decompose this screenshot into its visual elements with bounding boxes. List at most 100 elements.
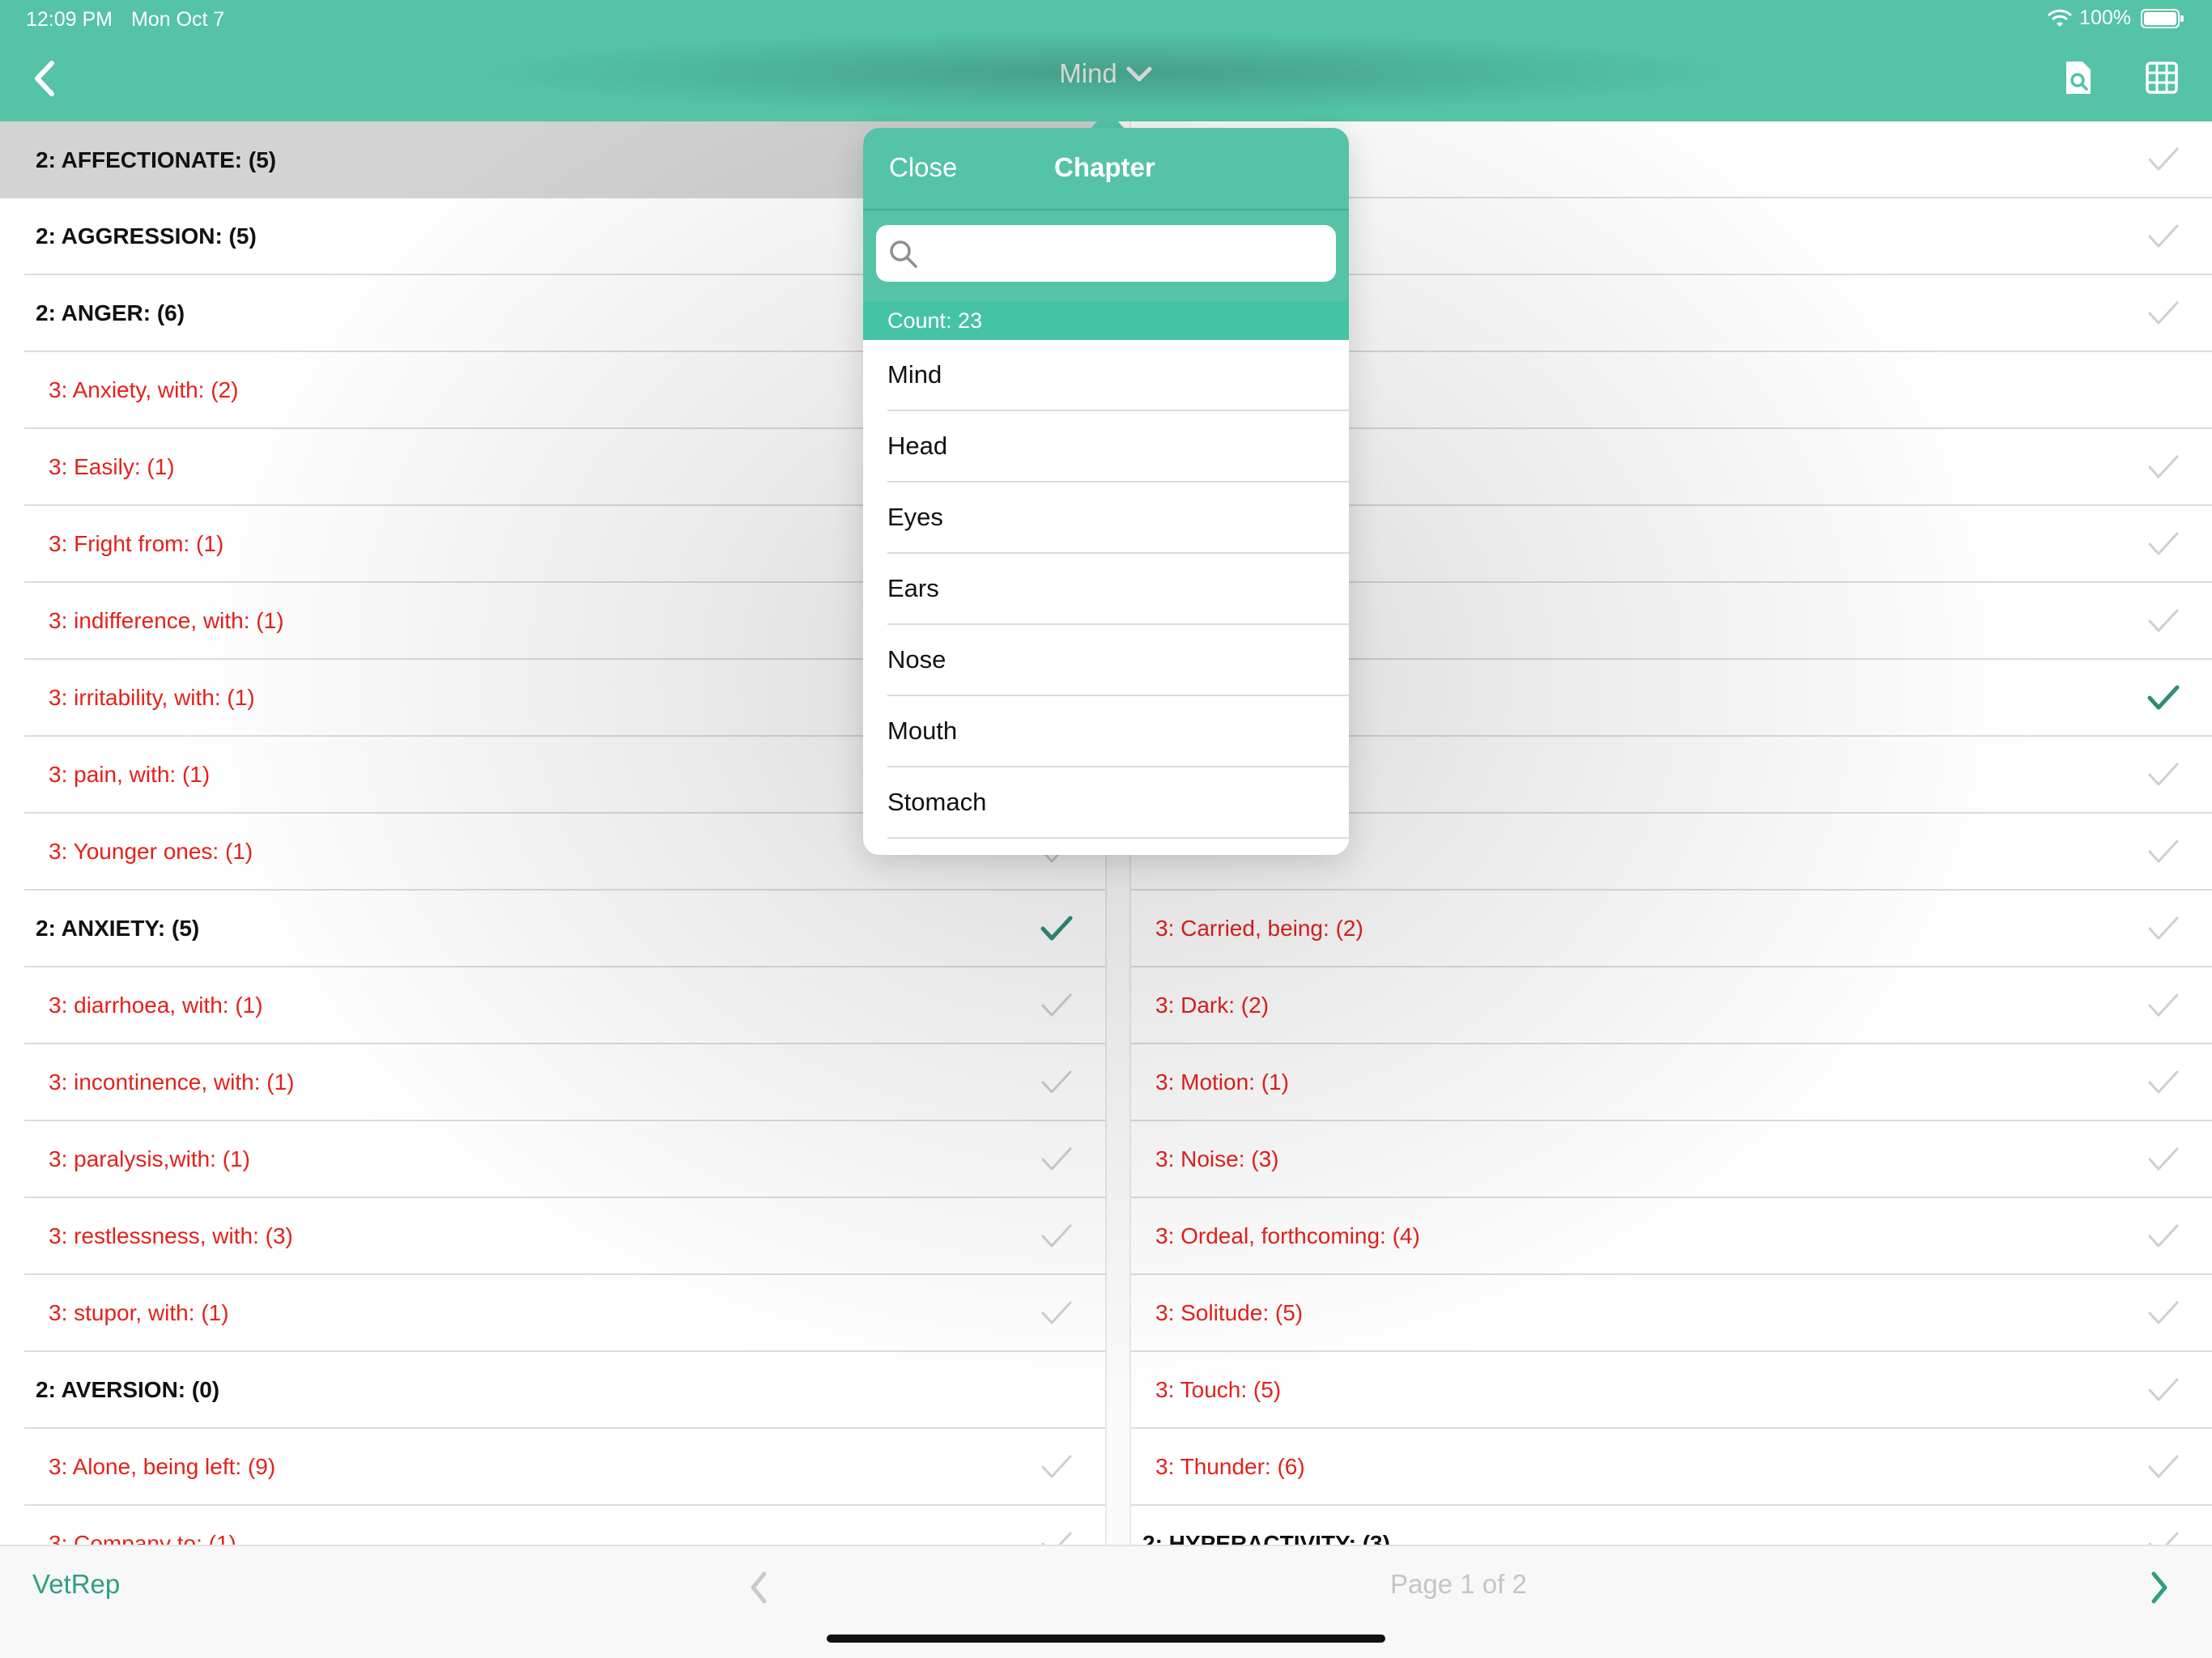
rubric-label: 3: restlessness, with: (3) xyxy=(49,1222,293,1248)
subrubric-row[interactable]: 3: Alone, being left: (9) xyxy=(24,1429,1105,1506)
checkmark-icon[interactable] xyxy=(2147,761,2180,789)
subrubric-row[interactable]: 3: Motion: (1) xyxy=(1131,1044,2212,1121)
subrubric-row[interactable]: 3: paralysis,with: (1) xyxy=(24,1121,1105,1198)
rubric-row[interactable]: 2: HYPERACTIVITY: (3) xyxy=(1131,1506,2212,1545)
rubric-label: 3: Touch: (5) xyxy=(1155,1376,1282,1402)
checkmark-icon[interactable] xyxy=(2147,146,2180,173)
checkmark-icon[interactable] xyxy=(1040,992,1073,1019)
rubric-label: 3: Company to: (1) xyxy=(49,1530,236,1545)
checkmark-icon[interactable] xyxy=(2147,607,2180,635)
popover-title: Chapter xyxy=(1054,152,1155,182)
rubric-label: 3: Alone, being left: (9) xyxy=(49,1453,276,1479)
rubric-label: 3: paralysis,with: (1) xyxy=(49,1146,250,1171)
rubric-label: 3: irritability, with: (1) xyxy=(49,684,255,710)
checkmark-icon[interactable] xyxy=(1040,1146,1073,1173)
checkmark-icon[interactable] xyxy=(2147,1376,2180,1404)
rubric-label: 3: Carried, being: (2) xyxy=(1155,915,1363,941)
status-time: 12:09 PM xyxy=(26,8,113,31)
next-page-icon[interactable] xyxy=(2146,1567,2173,1608)
subrubric-row[interactable]: 3: Touch: (5) xyxy=(1131,1352,2212,1429)
chapter-item[interactable]: Ears xyxy=(887,554,1349,625)
chapter-item[interactable]: Eyes xyxy=(887,483,1349,554)
home-indicator xyxy=(827,1635,1385,1643)
rubric-label: 3: pain, with: (1) xyxy=(49,761,211,787)
wifi-icon xyxy=(2047,9,2073,27)
rubric-label: 3: Fright from: (1) xyxy=(49,530,224,556)
checkmark-icon[interactable] xyxy=(2147,1222,2180,1250)
rubric-label: 3: Noise: (3) xyxy=(1155,1146,1279,1171)
rubric-label: 3: Dark: (2) xyxy=(1155,992,1270,1018)
battery-icon xyxy=(2141,8,2184,28)
chapter-search-input[interactable] xyxy=(876,225,1336,282)
rubric-label: 2: AFFECTIONATE: (5) xyxy=(36,147,277,172)
rubric-label: 2: AGGRESSION: (5) xyxy=(36,223,257,249)
status-date: Mon Oct 7 xyxy=(131,8,225,31)
page-title: Mind xyxy=(1059,58,1117,88)
chapter-item[interactable]: Nose xyxy=(887,625,1349,696)
rubric-label: 2: ANXIETY: (5) xyxy=(36,915,200,941)
checkmark-icon[interactable] xyxy=(2147,530,2180,558)
subrubric-row[interactable]: 3: Thunder: (6) xyxy=(1131,1429,2212,1506)
page-indicator: Page 1 of 2 xyxy=(1390,1569,1527,1599)
checkmark-icon[interactable] xyxy=(1040,1222,1073,1250)
chapter-item[interactable]: Mouth xyxy=(887,696,1349,767)
subrubric-row[interactable]: 3: diarrhoea, with: (1) xyxy=(24,967,1105,1044)
rubric-label: 3: Anxiety, with: (2) xyxy=(49,376,239,402)
navigation-bar: 12:09 PM Mon Oct 7 100% Mind xyxy=(0,0,2212,121)
checkmark-icon[interactable] xyxy=(1040,1069,1073,1096)
chapter-title-button[interactable]: Mind xyxy=(0,58,2212,89)
chapter-list: Mind Head Eyes Ears Nose Mouth Stomach xyxy=(863,340,1349,855)
document-search-icon[interactable] xyxy=(2061,60,2094,96)
checkmark-icon[interactable] xyxy=(2147,300,2180,327)
rubric-row[interactable]: 2: ANXIETY: (5) xyxy=(24,891,1105,967)
chapter-count: Count: 23 xyxy=(863,301,1349,340)
checkmark-icon[interactable] xyxy=(1040,1453,1073,1481)
checkmark-icon[interactable] xyxy=(1040,1299,1073,1327)
checkmark-icon[interactable] xyxy=(2147,915,2180,942)
rubric-label: 3: Easily: (1) xyxy=(49,453,175,479)
popover-arrow xyxy=(1090,110,1125,130)
subrubric-row[interactable]: 3: Carried, being: (2) xyxy=(1131,891,2212,967)
subrubric-row[interactable]: 3: stupor, with: (1) xyxy=(24,1275,1105,1352)
checkmark-icon[interactable] xyxy=(2147,992,2180,1019)
chapter-item[interactable]: Stomach xyxy=(887,767,1349,839)
checkmark-icon[interactable] xyxy=(2147,1146,2180,1173)
checkmark-icon[interactable] xyxy=(2147,1453,2180,1481)
checkmark-icon[interactable] xyxy=(2147,1299,2180,1327)
chapter-item[interactable] xyxy=(887,839,1349,855)
checkmark-icon[interactable] xyxy=(2147,223,2180,250)
rubric-label: 3: incontinence, with: (1) xyxy=(49,1069,295,1095)
checkmark-active-icon[interactable] xyxy=(1040,915,1073,942)
subrubric-row[interactable]: 3: Company to: (1) xyxy=(24,1506,1105,1545)
checkmark-icon[interactable] xyxy=(2147,838,2180,865)
rubric-label: 3: stupor, with: (1) xyxy=(49,1299,229,1325)
checkmark-icon[interactable] xyxy=(2147,1069,2180,1096)
subrubric-row[interactable]: 3: Solitude: (5) xyxy=(1131,1275,2212,1352)
previous-page-icon[interactable] xyxy=(745,1567,772,1608)
rubric-label: 3: diarrhoea, with: (1) xyxy=(49,992,263,1018)
checkmark-icon[interactable] xyxy=(1040,1530,1073,1545)
checkmark-icon[interactable] xyxy=(2147,1530,2180,1545)
rubric-label: 3: Solitude: (5) xyxy=(1155,1299,1304,1325)
rubric-label: 3: Younger ones: (1) xyxy=(49,838,253,864)
rubric-label: 2: ANGER: (6) xyxy=(36,300,185,325)
rubric-label: 3: Ordeal, forthcoming: (4) xyxy=(1155,1222,1420,1248)
checkmark-icon[interactable] xyxy=(2147,453,2180,481)
popover-search-bar xyxy=(863,209,1349,301)
battery-percent: 100% xyxy=(2079,6,2131,29)
subrubric-row[interactable]: 3: Ordeal, forthcoming: (4) xyxy=(1131,1198,2212,1275)
subrubric-row[interactable]: 3: restlessness, with: (3) xyxy=(24,1198,1105,1275)
close-button[interactable]: Close xyxy=(889,152,957,183)
rubric-row[interactable]: 2: AVERSION: (0) xyxy=(24,1352,1105,1429)
rubric-label: 3: Thunder: (6) xyxy=(1155,1453,1305,1479)
subrubric-row[interactable]: 3: Dark: (2) xyxy=(1131,967,2212,1044)
subrubric-row[interactable]: 3: incontinence, with: (1) xyxy=(24,1044,1105,1121)
chapter-item[interactable]: Mind xyxy=(887,340,1349,411)
checkmark-active-icon[interactable] xyxy=(2147,684,2180,712)
chapter-item[interactable]: Head xyxy=(887,411,1349,483)
brand-label: VetRep xyxy=(32,1569,121,1599)
chapter-popover: Close Chapter Count: 23 Mind Head Eyes Ears… xyxy=(863,128,1349,855)
subrubric-row[interactable]: 3: Noise: (3) xyxy=(1131,1121,2212,1198)
grid-icon[interactable] xyxy=(2146,62,2178,94)
status-indicators: 100% xyxy=(2047,6,2184,30)
